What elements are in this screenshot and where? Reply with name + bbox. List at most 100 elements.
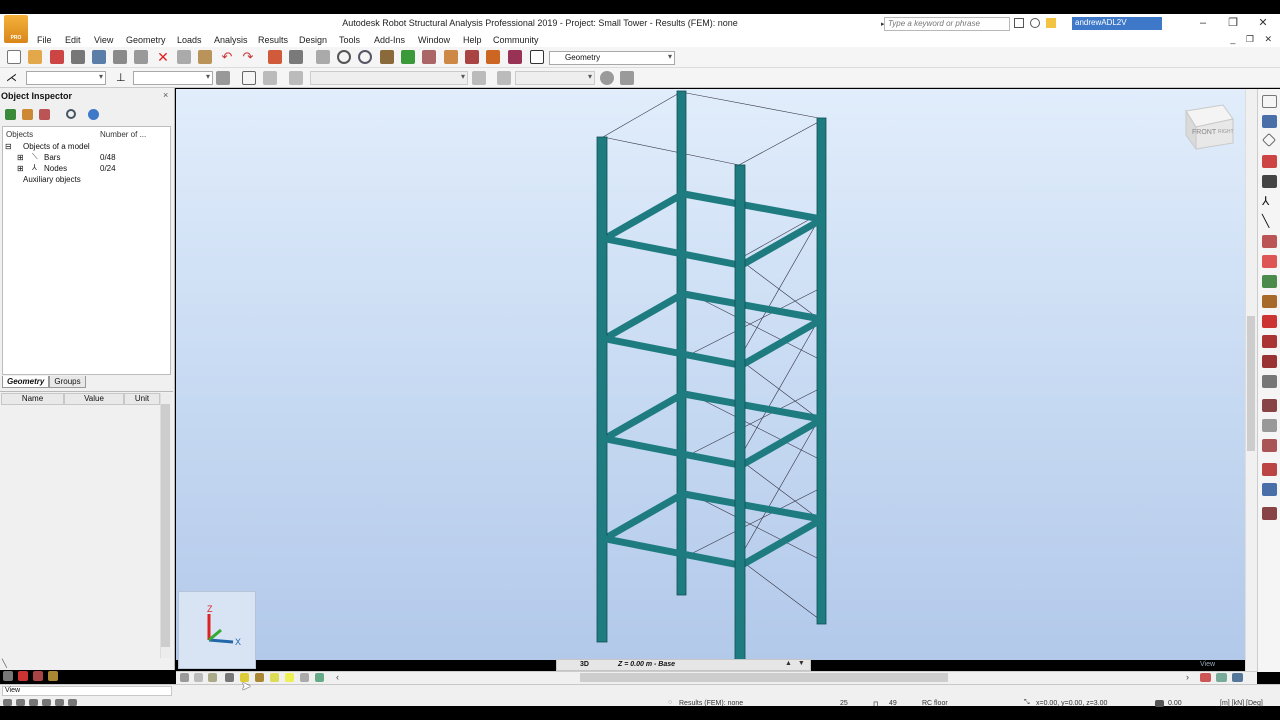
filter-icon[interactable] (22, 109, 33, 120)
members-icon[interactable] (1262, 175, 1277, 188)
status-tool-4-icon[interactable] (42, 699, 51, 706)
expand-icon[interactable]: ⊞ (17, 164, 24, 173)
reinforcement-icon[interactable] (1262, 375, 1277, 388)
offsets-icon[interactable] (1262, 275, 1277, 288)
menu-design[interactable]: Design (299, 35, 327, 45)
rc-design-icon[interactable] (1262, 439, 1277, 452)
menu-window[interactable]: Window (418, 35, 450, 45)
reports-icon[interactable] (1262, 507, 1277, 520)
menu-community[interactable]: Community (493, 35, 539, 45)
help-icon[interactable] (1150, 18, 1160, 28)
properties-scroll-thumb[interactable] (161, 404, 170, 647)
layout-combo[interactable]: Geometry ▾ (549, 51, 675, 65)
view-tool-9-icon[interactable] (300, 673, 309, 682)
menu-view[interactable]: View (94, 35, 113, 45)
wrench-icon[interactable] (508, 50, 522, 64)
search-input[interactable]: Type a keyword or phrase (884, 17, 1010, 31)
load-type-icon[interactable] (497, 71, 511, 85)
bar-tool-icon[interactable]: ╲ (1262, 215, 1277, 228)
tree-root[interactable]: Objects of a model (23, 142, 90, 151)
tab-groups[interactable]: Groups (49, 376, 86, 388)
view-tool-1-icon[interactable] (180, 673, 189, 682)
menu-file[interactable]: File (37, 35, 52, 45)
undo-icon[interactable]: ↶ (220, 50, 234, 64)
next-case-icon[interactable] (620, 71, 634, 85)
open-file-icon[interactable] (28, 50, 42, 64)
copy-icon[interactable] (177, 50, 191, 64)
brackets-icon[interactable] (1262, 295, 1277, 308)
horizontal-scroll-thumb[interactable] (580, 673, 948, 682)
3d-viewport[interactable]: FRONT RIGHT (176, 89, 1245, 660)
tree-item-bars[interactable]: Bars (44, 153, 60, 162)
lock-icon[interactable] (316, 50, 330, 64)
model-icon[interactable] (5, 109, 16, 120)
inspector-tool-2-icon[interactable] (18, 671, 28, 681)
design-icon[interactable] (1262, 355, 1277, 368)
app-logo[interactable]: PRO (4, 15, 28, 43)
view-mode[interactable]: 3D (580, 661, 589, 668)
save-icon[interactable] (50, 50, 64, 64)
collapse-icon[interactable]: ⊟ (5, 142, 12, 151)
menu-analysis[interactable]: Analysis (214, 35, 248, 45)
menu-edit[interactable]: Edit (65, 35, 81, 45)
close-view-icon[interactable] (1200, 673, 1211, 682)
pan-icon[interactable] (380, 50, 394, 64)
cladding-icon[interactable] (1261, 132, 1277, 148)
support-icon[interactable] (289, 71, 303, 85)
inspector-tool-4-icon[interactable] (48, 671, 58, 681)
tab-geometry[interactable]: Geometry (2, 376, 50, 388)
zoom-window-icon[interactable] (358, 50, 372, 64)
menu-tools[interactable]: Tools (339, 35, 360, 45)
col-unit[interactable]: Unit (124, 393, 160, 405)
edit-icon[interactable] (422, 50, 436, 64)
frame-icon[interactable] (242, 71, 256, 85)
sections-icon[interactable] (444, 50, 458, 64)
col-objects[interactable]: Objects (6, 130, 33, 139)
restore-button[interactable]: ❐ (1222, 16, 1244, 30)
status-tool-6-icon[interactable] (68, 699, 77, 706)
view-cube[interactable]: FRONT RIGHT (1185, 104, 1234, 151)
menu-help[interactable]: Help (463, 35, 482, 45)
view-tool-8-icon[interactable] (285, 673, 294, 682)
menu-geometry[interactable]: Geometry (126, 35, 166, 45)
materials-icon[interactable] (1262, 335, 1277, 348)
zoom-icon[interactable] (337, 50, 351, 64)
tree-item-auxiliary[interactable]: Auxiliary objects (23, 175, 81, 184)
menu-loads[interactable]: Loads (177, 35, 202, 45)
node-select-icon[interactable]: ⋌ (6, 71, 20, 85)
communication-icon[interactable] (1030, 18, 1040, 28)
status-tool-1-icon[interactable] (3, 699, 12, 706)
snap-icon[interactable] (1155, 700, 1164, 707)
expand-icon[interactable]: ⊞ (17, 153, 24, 162)
tree-item-nodes[interactable]: Nodes (44, 164, 67, 173)
col-number[interactable]: Number of ... (100, 130, 146, 139)
units-status[interactable]: [m] [kN] [Deg] (1220, 700, 1263, 707)
section-icon[interactable] (263, 71, 277, 85)
view-options-icon[interactable] (1216, 673, 1227, 682)
node-tool-icon[interactable]: ⅄ (1262, 195, 1277, 208)
redo-icon[interactable]: ↷ (241, 50, 255, 64)
scroll-left-icon[interactable]: ‹ (336, 672, 339, 682)
select-icon[interactable] (401, 50, 415, 64)
help-icon[interactable] (88, 109, 99, 120)
display-icon[interactable] (1232, 673, 1243, 682)
menu-addins[interactable]: Add-Ins (374, 35, 405, 45)
menu-results[interactable]: Results (258, 35, 288, 45)
bar-sections-icon[interactable] (1262, 115, 1277, 128)
bar-selection-combo[interactable]: ▾ (133, 71, 213, 85)
binoculars-icon[interactable] (1014, 18, 1024, 28)
scroll-right-icon[interactable]: › (1186, 672, 1189, 682)
view-tool-7-icon[interactable] (270, 673, 279, 682)
status-tool-3-icon[interactable] (29, 699, 38, 706)
section-profile-icon[interactable] (1262, 315, 1277, 328)
delete-icon[interactable]: ✕ (156, 50, 170, 64)
inspector-tool-1-icon[interactable] (3, 671, 13, 681)
inspector-close-button[interactable]: × (163, 90, 168, 100)
inspector-tool-3-icon[interactable] (33, 671, 43, 681)
structure-level[interactable]: Z = 0.00 m - Base (618, 661, 675, 668)
tables-panel-icon[interactable] (1262, 483, 1277, 496)
view-tool-10-icon[interactable] (315, 673, 324, 682)
section-status[interactable]: RC floor (922, 700, 948, 707)
print-icon[interactable] (71, 50, 85, 64)
view-tool-3-icon[interactable] (208, 673, 217, 682)
